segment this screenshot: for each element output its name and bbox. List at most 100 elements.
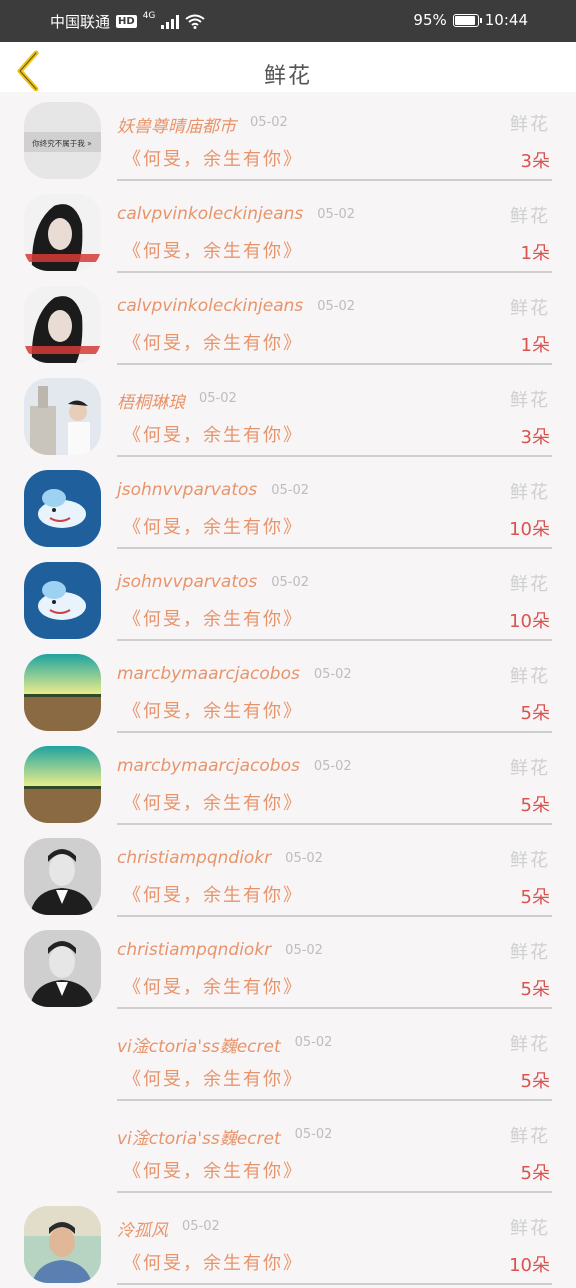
song-title: 《何旻，余生有你》 (123, 1161, 303, 1182)
gift-info: 妖兽尊晴庙都市 05-02 鲜花 《何旻，余生有你》 3朵 (117, 92, 552, 181)
gift-type: 鲜花 (510, 1218, 550, 1239)
gift-row[interactable]: marcbymaarcjacobos 05-02 鲜花 《何旻，余生有你》 5朵 (0, 644, 576, 736)
gift-date: 05-02 (294, 1127, 333, 1142)
gift-row[interactable]: calvpvinkoleckinjeans 05-02 鲜花 《何旻，余生有你》… (0, 184, 576, 276)
gift-count: 5朵 (520, 1163, 550, 1184)
avatar[interactable] (24, 838, 101, 915)
gift-date: 05-02 (317, 207, 356, 222)
gift-type: 鲜花 (510, 1126, 550, 1147)
wifi-icon (185, 14, 206, 29)
gift-row[interactable]: 泠孤风 05-02 鲜花 《何旻，余生有你》 10朵 (0, 1196, 576, 1288)
app-header: 鲜花 (0, 42, 576, 92)
clock: 10:44 (484, 11, 528, 29)
gift-type: 鲜花 (510, 206, 550, 227)
svg-text:你终究不属于我 »: 你终究不属于我 » (32, 138, 92, 148)
avatar[interactable] (24, 930, 101, 1007)
sender-name[interactable]: 妖兽尊晴庙都市 (117, 112, 236, 137)
gift-info: 梧桐琳琅 05-02 鲜花 《何旻，余生有你》 3朵 (117, 368, 552, 457)
gift-date: 05-02 (317, 299, 356, 314)
song-title: 《何旻，余生有你》 (123, 1069, 303, 1090)
avatar-image: 你终究不属于我 » (24, 102, 101, 179)
gift-info: marcbymaarcjacobos 05-02 鲜花 《何旻，余生有你》 5朵 (117, 736, 552, 825)
sender-name[interactable]: calvpvinkoleckinjeans (117, 204, 303, 224)
sender-name[interactable]: jsohnvvparvatos (117, 480, 257, 500)
sender-name[interactable]: calvpvinkoleckinjeans (117, 296, 303, 316)
gift-count: 5朵 (520, 795, 550, 816)
gift-row[interactable]: marcbymaarcjacobos 05-02 鲜花 《何旻，余生有你》 5朵 (0, 736, 576, 828)
gift-count: 1朵 (520, 243, 550, 264)
gift-type: 鲜花 (510, 482, 550, 503)
gift-count: 5朵 (520, 979, 550, 1000)
sender-name[interactable]: jsohnvvparvatos (117, 572, 257, 592)
signal-icon (161, 14, 180, 29)
page-title: 鲜花 (263, 64, 312, 89)
gift-type: 鲜花 (510, 114, 550, 135)
battery-icon (452, 13, 482, 27)
sender-name[interactable]: 梧桐琳琅 (117, 388, 185, 413)
avatar[interactable] (24, 378, 101, 455)
gift-info: calvpvinkoleckinjeans 05-02 鲜花 《何旻，余生有你》… (117, 184, 552, 273)
sender-name[interactable]: vi淦ctoria'ss巍ecret (117, 1032, 281, 1057)
gift-type: 鲜花 (510, 666, 550, 687)
gift-count: 5朵 (520, 1071, 550, 1092)
avatar[interactable] (24, 286, 101, 363)
gift-date: 05-02 (285, 851, 323, 866)
gift-count: 10朵 (509, 611, 550, 632)
gift-count: 5朵 (520, 703, 550, 724)
avatar-image (24, 654, 101, 731)
avatar[interactable] (24, 746, 101, 823)
gift-row[interactable]: calvpvinkoleckinjeans 05-02 鲜花 《何旻，余生有你》… (0, 276, 576, 368)
gift-type: 鲜花 (510, 574, 550, 595)
battery-percent: 95% (413, 11, 447, 29)
gift-type: 鲜花 (510, 390, 550, 411)
song-title: 《何旻，余生有你》 (123, 333, 303, 354)
gift-type: 鲜花 (510, 850, 550, 871)
gift-info: vi淦ctoria'ss巍ecret 05-02 鲜花 《何旻，余生有你》 5朵 (117, 1012, 552, 1101)
sender-name[interactable]: marcbymaarcjacobos (117, 664, 300, 684)
gift-row[interactable]: 你终究不属于我 » 妖兽尊晴庙都市 05-02 鲜花 《何旻，余生有你》 3朵 (0, 92, 576, 184)
avatar-image (24, 378, 101, 455)
gift-row[interactable]: jsohnvvparvatos 05-02 鲜花 《何旻，余生有你》 10朵 (0, 460, 576, 552)
avatar-image (24, 930, 101, 1007)
gift-list: 你终究不属于我 » 妖兽尊晴庙都市 05-02 鲜花 《何旻，余生有你》 3朵 … (0, 92, 576, 1288)
avatar[interactable] (24, 654, 101, 731)
gift-count: 1朵 (520, 335, 550, 356)
gift-date: 05-02 (199, 391, 237, 406)
avatar[interactable] (24, 1206, 101, 1283)
gift-date: 05-02 (285, 943, 323, 958)
gift-info: christiampqndiokr 05-02 鲜花 《何旻，余生有你》 5朵 (117, 828, 552, 917)
gift-row[interactable]: jsohnvvparvatos 05-02 鲜花 《何旻，余生有你》 10朵 (0, 552, 576, 644)
gift-info: christiampqndiokr 05-02 鲜花 《何旻，余生有你》 5朵 (117, 920, 552, 1009)
sender-name[interactable]: 泠孤风 (117, 1216, 168, 1241)
song-title: 《何旻，余生有你》 (123, 977, 303, 998)
avatar[interactable] (24, 194, 101, 271)
avatar[interactable]: 你终究不属于我 » (24, 102, 101, 179)
gift-count: 3朵 (520, 427, 550, 448)
avatar[interactable] (24, 562, 101, 639)
gift-row[interactable]: vi淦ctoria'ss巍ecret 05-02 鲜花 《何旻，余生有你》 5朵 (0, 1104, 576, 1196)
avatar-image (24, 562, 101, 639)
gift-row[interactable]: christiampqndiokr 05-02 鲜花 《何旻，余生有你》 5朵 (0, 920, 576, 1012)
carrier-label: 中国联通 (50, 13, 111, 31)
gift-date: 05-02 (271, 483, 310, 498)
avatar-image (24, 194, 101, 271)
gift-type: 鲜花 (510, 1034, 550, 1055)
sender-name[interactable]: christiampqndiokr (117, 848, 271, 868)
gift-type: 鲜花 (510, 758, 550, 779)
gift-row[interactable]: 梧桐琳琅 05-02 鲜花 《何旻，余生有你》 3朵 (0, 368, 576, 460)
gift-date: 05-02 (271, 575, 310, 590)
sender-name[interactable]: christiampqndiokr (117, 940, 271, 960)
network-type: 4G (142, 10, 156, 21)
gift-info: jsohnvvparvatos 05-02 鲜花 《何旻，余生有你》 10朵 (117, 460, 552, 549)
avatar-image (24, 470, 101, 547)
gift-date: 05-02 (294, 1035, 333, 1050)
song-title: 《何旻，余生有你》 (123, 241, 303, 262)
avatar-image (24, 286, 101, 363)
gift-type: 鲜花 (510, 942, 550, 963)
gift-row[interactable]: vi淦ctoria'ss巍ecret 05-02 鲜花 《何旻，余生有你》 5朵 (0, 1012, 576, 1104)
avatar[interactable] (24, 470, 101, 547)
gift-row[interactable]: christiampqndiokr 05-02 鲜花 《何旻，余生有你》 5朵 (0, 828, 576, 920)
sender-name[interactable]: marcbymaarcjacobos (117, 756, 300, 776)
song-title: 《何旻，余生有你》 (123, 149, 303, 170)
sender-name[interactable]: vi淦ctoria'ss巍ecret (117, 1124, 281, 1149)
